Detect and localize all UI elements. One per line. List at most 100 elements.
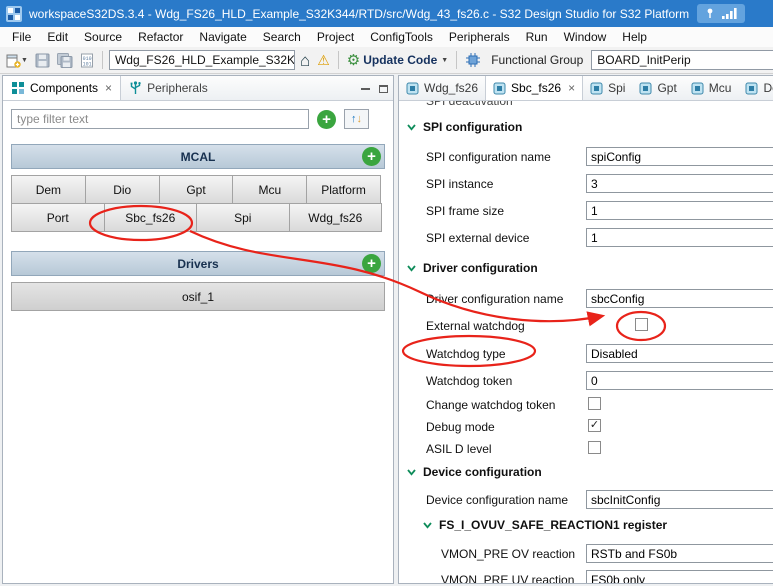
tab-peripherals-label: Peripherals [147,81,208,95]
config-editor: Wdg_fs26 Sbc_fs26 × Spi Gpt Mcu D SPI de… [398,75,773,584]
change-watchdog-token-label: Change watchdog token [426,398,556,412]
tab-peripherals[interactable]: Peripherals [121,76,216,100]
component-platform[interactable]: Platform [306,175,381,204]
update-code-button[interactable]: ⚙ Update Code ▼ [345,49,450,71]
close-icon[interactable]: × [568,82,575,94]
mcal-group-title: MCAL [180,149,216,164]
spi-instance-field[interactable] [586,174,773,193]
config-doc-icon [745,82,758,94]
debug-mode-checkbox[interactable]: ✓ [588,419,601,432]
component-mcu[interactable]: Mcu [232,175,308,204]
tab-components[interactable]: Components × [3,76,122,100]
menu-search[interactable]: Search [255,27,309,47]
view-minmax-controls [361,76,388,101]
chevron-down-icon [407,264,416,272]
section-device-configuration[interactable]: Device configuration [407,465,542,479]
add-mcal-component-button[interactable]: + [362,147,381,166]
spi-external-device-field[interactable] [586,228,773,247]
functional-group-label: Functional Group [491,53,584,67]
menu-file[interactable]: File [4,27,39,47]
external-watchdog-checkbox[interactable] [635,318,648,331]
menu-project[interactable]: Project [309,27,362,47]
menu-bar: File Edit Source Refactor Navigate Searc… [0,27,773,47]
s32ds-logo-icon [6,5,22,22]
editor-tab-spi[interactable]: Spi [583,76,632,100]
section-driver-configuration[interactable]: Driver configuration [407,261,538,275]
title-widget-group[interactable] [697,4,745,23]
project-selector-value: Wdg_FS26_HLD_Example_S32K3 [114,53,295,67]
peripherals-tool-button[interactable] [463,49,483,71]
editor-tab-label: Dem [763,81,773,95]
components-view-tabbar: Components × Peripherals [3,76,393,101]
menu-refactor[interactable]: Refactor [130,27,191,47]
sbc-fs26-config-form: SPI deactivation SPI configuration SPI c… [399,101,773,583]
project-selector-combo[interactable]: Wdg_FS26_HLD_Example_S32K3 ▼ [108,50,295,70]
component-osif-1[interactable]: osif_1 [11,282,385,311]
sort-button[interactable]: ↑ ↓ [344,109,369,129]
menu-window[interactable]: Window [556,27,615,47]
debug-mode-label: Debug mode [426,420,495,434]
plus-icon: + [367,255,376,272]
editor-tab-sbc-fs26[interactable]: Sbc_fs26 × [485,76,584,100]
menu-configtools[interactable]: ConfigTools [362,27,441,47]
editor-tab-label: Wdg_fs26 [424,81,479,95]
component-gpt[interactable]: Gpt [158,175,234,204]
section-title: Device configuration [423,465,542,479]
component-dio[interactable]: Dio [84,175,160,204]
filter-input[interactable] [11,109,309,129]
component-sbc-fs26[interactable]: Sbc_fs26 [103,203,197,232]
plus-icon: + [367,148,376,165]
watchdog-type-combo[interactable] [586,344,773,363]
save-all-button[interactable] [55,49,75,71]
problems-button[interactable]: ⚠ [315,49,332,71]
component-dem[interactable]: Dem [11,175,86,204]
menu-edit[interactable]: Edit [39,27,76,47]
asil-d-level-checkbox[interactable] [588,441,601,454]
minimize-icon[interactable] [361,87,370,90]
change-watchdog-token-checkbox[interactable] [588,397,601,410]
editor-tab-dem[interactable]: Dem [738,76,773,100]
vmon-pre-uv-label: VMON_PRE UV reaction [441,573,575,583]
add-component-button[interactable]: + [317,109,336,129]
menu-run[interactable]: Run [518,27,556,47]
menu-help[interactable]: Help [614,27,655,47]
close-icon[interactable]: × [105,82,112,94]
home-button[interactable]: ⌂ [298,49,312,71]
device-config-name-field[interactable] [586,490,773,509]
spi-frame-size-field[interactable] [586,201,773,220]
spi-frame-size-label: SPI frame size [426,204,505,218]
component-spi[interactable]: Spi [196,203,290,232]
editor-tab-wdg-fs26[interactable]: Wdg_fs26 [399,76,485,100]
toolbar-separator [456,51,458,69]
component-wdg-fs26[interactable]: Wdg_fs26 [288,203,382,232]
vmon-pre-ov-combo[interactable] [586,544,773,563]
watchdog-type-label: Watchdog type [426,347,506,361]
menu-peripherals[interactable]: Peripherals [441,27,518,47]
vmon-pre-uv-combo[interactable] [586,570,773,583]
spi-config-name-field[interactable] [586,147,773,166]
toolbar-separator [337,51,339,69]
menu-navigate[interactable]: Navigate [191,27,254,47]
tab-components-label: Components [30,81,99,95]
menu-source[interactable]: Source [76,27,130,47]
spi-instance-label: SPI instance [426,177,494,191]
binary-view-button[interactable]: 010 101 [78,49,96,71]
components-view: Components × Peripherals type filter tex… [2,75,394,584]
driver-config-name-field[interactable] [586,289,773,308]
component-port[interactable]: Port [11,203,105,232]
watchdog-token-field[interactable] [586,371,773,390]
section-fs-i-ovuv-register[interactable]: FS_I_OVUV_SAFE_REACTION1 register [423,518,667,532]
functional-group-combo[interactable]: BOARD_InitPerip [591,50,773,70]
config-doc-icon [406,82,419,94]
mcal-row-1: Dem Dio Gpt Mcu Platform [11,175,385,204]
save-button[interactable] [33,49,52,71]
editor-tab-gpt[interactable]: Gpt [632,76,683,100]
maximize-icon[interactable] [379,84,388,93]
new-wizard-button[interactable]: ▼ [4,49,30,71]
external-watchdog-label: External watchdog [426,319,525,333]
sort-down-icon: ↓ [356,113,363,125]
pin-icon [707,8,713,18]
section-spi-configuration[interactable]: SPI configuration [407,120,522,134]
editor-tab-mcu[interactable]: Mcu [684,76,739,100]
add-driver-button[interactable]: + [362,254,381,273]
